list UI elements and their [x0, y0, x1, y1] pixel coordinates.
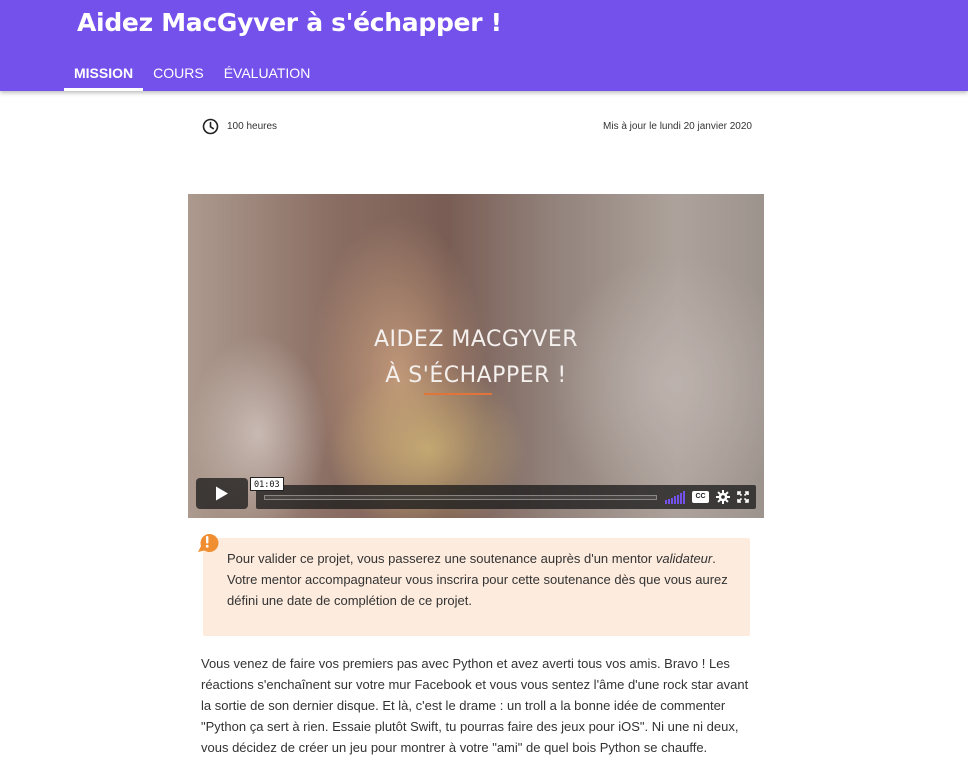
tab-bar: MISSION COURS ÉVALUATION — [64, 56, 320, 91]
page-title: Aidez MacGyver à s'échapper ! — [77, 8, 502, 37]
tab-cours[interactable]: COURS — [143, 56, 214, 91]
video-title-underline — [424, 393, 492, 395]
volume-icon[interactable] — [665, 491, 685, 504]
duration-label: 100 heures — [227, 121, 278, 132]
mission-description: Vous venez de faire vos premiers pas ave… — [201, 656, 749, 755]
video-progress-bar[interactable] — [264, 495, 657, 500]
video-title-line2: À S'ÉCHAPPER ! — [385, 363, 567, 388]
gear-icon[interactable] — [716, 490, 730, 504]
validation-notice: Pour valider ce projet, vous passerez un… — [203, 538, 750, 636]
notice-emphasis: validateur — [655, 551, 713, 566]
play-button[interactable] — [196, 478, 248, 509]
notice-line2: Votre mentor accompagnateur vous inscrir… — [227, 572, 728, 608]
tab-mission[interactable]: MISSION — [64, 56, 144, 91]
course-meta: 100 heures Mis à jour le lundi 20 janvie… — [202, 118, 752, 136]
tab-evaluation[interactable]: ÉVALUATION — [214, 56, 321, 91]
video-title-line1: AIDEZ MACGYVER — [373, 327, 579, 352]
notice-text: Pour valider ce projet, vous passerez un… — [227, 548, 737, 611]
updated-date: Mis à jour le lundi 20 janvier 2020 — [603, 121, 752, 132]
video-timestamp: 01:03 — [250, 477, 284, 491]
video-control-bar: CC — [256, 485, 756, 509]
video-title: AIDEZ MACGYVER À S'ÉCHAPPER ! — [188, 322, 764, 394]
notice-line1-end: . — [712, 551, 716, 566]
play-icon — [216, 486, 228, 501]
top-header: Aidez MacGyver à s'échapper ! MISSION CO… — [0, 0, 968, 91]
video-player[interactable]: AIDEZ MACGYVER À S'ÉCHAPPER ! CC 01:03 — [188, 194, 764, 518]
closed-captions-icon[interactable]: CC — [692, 491, 709, 503]
exclamation-icon — [198, 534, 219, 553]
notice-line1: Pour valider ce projet, vous passerez un… — [227, 551, 653, 566]
clock-icon — [202, 118, 219, 135]
fullscreen-icon[interactable] — [737, 491, 749, 503]
